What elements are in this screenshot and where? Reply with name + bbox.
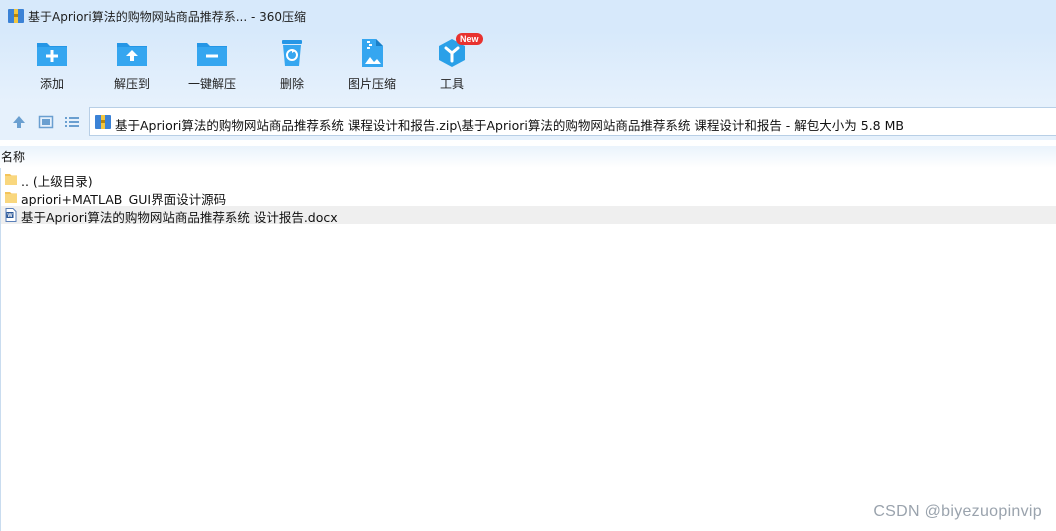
address-bar: 基于Apriori算法的购物网站商品推荐系统 课程设计和报告.zip\基于Apr… [0,102,1056,140]
file-list: 名称 .. (上级目录) apriori+MATLAB_GUI界面设计源码 W … [0,140,1056,531]
one-click-extract-icon [197,43,227,66]
tools-label: 工具 [439,77,464,91]
watermark: CSDN @biyezuopinvip [873,503,1042,520]
up-level-icon[interactable] [11,114,27,130]
folder-icon [5,174,17,185]
add-folder-icon [37,43,67,66]
path-field[interactable]: 基于Apriori算法的购物网站商品推荐系统 课程设计和报告.zip\基于Apr… [89,107,1056,136]
archive-icon [95,115,111,129]
toolbar: 添加 解压到 一键解压 删除 图片压缩 New 工具 [0,32,1056,102]
list-item-docx[interactable]: W 基于Apriori算法的购物网站商品推荐系统 设计报告.docx [1,206,1056,225]
recycle-bin-icon [282,40,302,66]
column-name-label: 名称 [1,150,26,164]
add-button[interactable]: 添加 [12,38,92,98]
list-item-parent-dir[interactable]: .. (上级目录) [1,170,1056,189]
one-click-extract-label: 一键解压 [187,77,236,91]
title-bar: 基于Apriori算法的购物网站商品推荐系... - 360压缩 [0,0,1056,32]
image-compress-button[interactable]: 图片压缩 [332,38,412,98]
archive-app-icon [8,9,24,23]
image-compress-icon [362,39,383,67]
list-view-icon[interactable] [64,114,80,130]
path-text: 基于Apriori算法的购物网站商品推荐系统 课程设计和报告.zip\基于Apr… [115,118,904,133]
extract-to-button[interactable]: 解压到 [92,38,172,98]
one-click-extract-button[interactable]: 一键解压 [172,38,252,98]
extract-to-label: 解压到 [113,77,150,91]
new-badge: New [456,33,483,45]
extract-to-icon [117,43,147,66]
delete-label: 删除 [279,77,304,91]
column-header-name[interactable]: 名称 [0,146,1056,168]
svg-text:W: W [7,213,13,219]
delete-button[interactable]: 删除 [252,38,332,98]
list-item-folder[interactable]: apriori+MATLAB_GUI界面设计源码 [1,188,1056,207]
add-label: 添加 [39,77,64,91]
list-item-name: 基于Apriori算法的购物网站商品推荐系统 设计报告.docx [21,210,338,225]
word-document-icon: W [5,208,17,222]
tools-button[interactable]: New 工具 [412,33,492,98]
image-compress-label: 图片压缩 [347,77,396,91]
window-title: 基于Apriori算法的购物网站商品推荐系... - 360压缩 [28,10,307,24]
thumbnail-view-icon[interactable] [38,114,54,130]
folder-icon [5,192,17,203]
